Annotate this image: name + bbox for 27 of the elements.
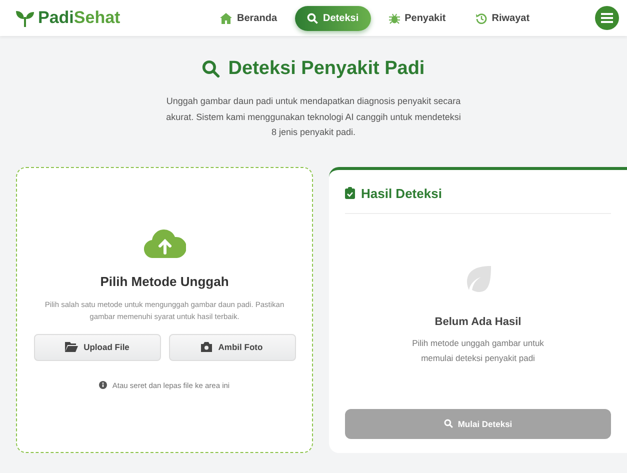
nav-tab[interactable]: Riwayat <box>464 6 542 30</box>
upload-option-button[interactable]: Ambil Foto <box>168 334 296 360</box>
nav-tab[interactable]: Beranda <box>208 6 290 30</box>
nav-tab[interactable]: Penyakit <box>376 6 458 30</box>
leaf-icon <box>465 266 491 292</box>
camera-icon <box>201 342 212 352</box>
result-title: Hasil Deteksi <box>361 186 442 200</box>
bug-icon <box>388 12 400 24</box>
search-icon <box>444 419 453 428</box>
clipboard-check-icon <box>345 187 355 199</box>
page-title: Deteksi Penyakit Padi <box>0 58 627 80</box>
home-icon <box>220 12 232 24</box>
search-icon <box>307 12 318 24</box>
cloud-upload-icon <box>144 228 186 258</box>
info-icon <box>99 381 108 389</box>
menu-button[interactable] <box>595 6 619 30</box>
page-description: Unggah gambar daun padi untuk mendapatkan diagnosis penyakit secara akurat. Sistem kami menggunakan teknologi AI canggih untuk mendeteksi 8 jenis penyakit padi. <box>165 95 462 139</box>
sprout-icon <box>16 10 34 26</box>
upload-title: Pilih Metode Unggah <box>100 274 229 288</box>
empty-title: Belum Ada Hasil <box>434 316 522 328</box>
brand-logo[interactable]: PadiSehat <box>38 8 120 28</box>
search-icon <box>202 60 220 78</box>
folder-icon <box>64 342 78 352</box>
empty-message: Pilih metode unggah gambar untuk memulai deteksi penyakit padi <box>411 336 545 365</box>
history-icon <box>476 12 487 24</box>
upload-option-button[interactable]: Upload File <box>34 334 160 360</box>
menu-icon <box>601 13 613 23</box>
